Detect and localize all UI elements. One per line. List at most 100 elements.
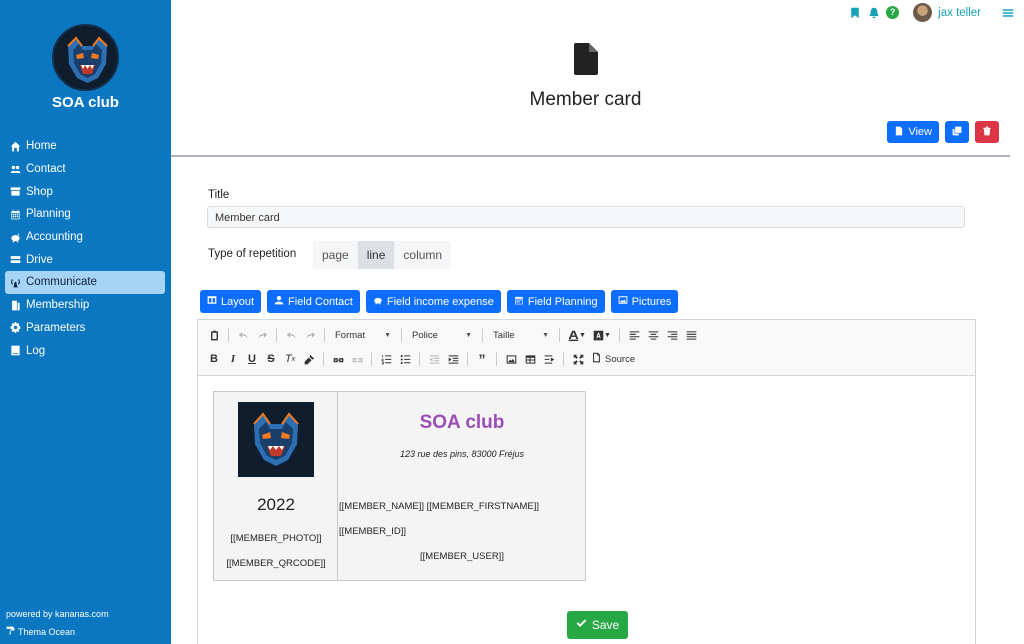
delete-button[interactable] — [975, 121, 999, 143]
avatar[interactable] — [913, 3, 933, 22]
bulleted-list-icon[interactable] — [397, 350, 413, 368]
sidebar-item-home[interactable]: Home — [5, 135, 165, 158]
card-address: 123 rue des pins, 83000 Fréjus — [399, 449, 525, 459]
title-input[interactable]: Member card — [207, 206, 965, 228]
maximize-icon[interactable] — [570, 350, 586, 368]
repetition-option-page[interactable]: page — [313, 241, 358, 269]
club-name: SOA club — [52, 94, 119, 111]
member-user-placeholder: [[MEMBER_USER]] — [420, 551, 504, 562]
undo-icon[interactable] — [235, 326, 251, 344]
sidebar-item-planning[interactable]: Planning — [5, 203, 165, 226]
source-button-label: Source — [605, 353, 636, 365]
outdent-icon[interactable] — [426, 350, 442, 368]
rich-text-editor: Format ▼ Police ▼ Taille ▼ ▼ ▼ B I U S Tx — [197, 319, 976, 644]
source-button[interactable]: Source — [589, 350, 637, 368]
help-icon[interactable]: ? — [886, 6, 900, 19]
sidebar-item-contact[interactable]: Contact — [5, 158, 165, 181]
piggy-bank-icon — [373, 295, 383, 308]
paste-icon[interactable] — [206, 326, 222, 344]
size-dropdown[interactable]: Taille ▼ — [489, 326, 553, 344]
gear-icon — [9, 322, 22, 334]
card-right-column: SOA club 123 rue des pins, 83000 Fréjus … — [338, 392, 585, 580]
font-dropdown[interactable]: Police ▼ — [408, 326, 476, 344]
sidebar-item-membership[interactable]: Membership — [5, 294, 165, 317]
remove-format-icon[interactable]: Tx — [282, 350, 298, 368]
member-name-placeholder: [[MEMBER_NAME]] [[MEMBER_FIRSTNAME]] — [339, 501, 540, 512]
align-center-icon[interactable] — [645, 326, 661, 344]
sidebar-item-label: Communicate — [26, 276, 97, 289]
page-title: Member card — [529, 89, 642, 110]
club-logo[interactable] — [238, 402, 314, 477]
view-button[interactable]: View — [887, 121, 939, 143]
sidebar-item-drive[interactable]: Drive — [5, 248, 165, 271]
indent-icon[interactable] — [445, 350, 461, 368]
card-year: 2022 — [257, 495, 295, 514]
piggy-bank-icon — [9, 232, 22, 243]
sidebar-item-accounting[interactable]: Accounting — [5, 226, 165, 249]
align-justify-icon[interactable] — [683, 326, 699, 344]
drive-icon — [9, 254, 22, 265]
member-card-preview[interactable]: 2022 [[MEMBER_PHOTO]] [[MEMBER_QRCODE]] … — [213, 391, 586, 581]
underline-icon[interactable]: U — [244, 350, 260, 368]
sidebar-item-parameters[interactable]: Parameters — [5, 317, 165, 340]
repetition-option-line[interactable]: line — [357, 241, 395, 269]
member-photo-placeholder: [[MEMBER_PHOTO]] — [230, 533, 322, 544]
club-logo[interactable] — [52, 24, 119, 91]
layout-button[interactable]: Layout — [200, 290, 262, 313]
sidebar-item-communicate[interactable]: Communicate — [5, 271, 165, 294]
pictures-button[interactable]: Pictures — [610, 290, 679, 313]
sidebar-item-label: Accounting — [26, 231, 83, 244]
field-contact-button[interactable]: Field Contact — [267, 290, 360, 313]
sidebar-item-log[interactable]: Log — [5, 339, 165, 362]
sidebar-nav: Home Contact Shop Planning Accounting Dr… — [5, 135, 165, 362]
blockquote-icon[interactable]: ” — [474, 350, 490, 368]
field-contact-button-label: Field Contact — [288, 295, 353, 308]
card-club-title: SOA club — [419, 412, 505, 433]
bell-icon[interactable] — [867, 6, 880, 19]
table-icon[interactable] — [522, 350, 538, 368]
toolbar-separator — [419, 352, 420, 366]
header-divider — [171, 155, 1010, 157]
align-right-icon[interactable] — [664, 326, 680, 344]
powered-by-link[interactable]: powered by kananas.com — [6, 609, 109, 619]
paint-roller-icon — [6, 626, 15, 637]
link-icon[interactable] — [330, 350, 346, 368]
italic-icon[interactable]: I — [225, 350, 241, 368]
user-icon — [274, 295, 284, 308]
undo-icon[interactable] — [283, 326, 299, 344]
field-income-expense-button[interactable]: Field income expense — [365, 290, 501, 313]
save-button[interactable]: Save — [567, 611, 628, 639]
sidebar-item-label: Drive — [26, 253, 53, 266]
save-button-label: Save — [591, 618, 620, 632]
strikethrough-icon[interactable]: S — [263, 350, 279, 368]
copy-format-icon[interactable] — [301, 350, 317, 368]
image-icon — [618, 295, 628, 308]
numbered-list-icon[interactable] — [378, 350, 394, 368]
menu-icon[interactable] — [1001, 6, 1014, 19]
unlink-icon[interactable] — [349, 350, 365, 368]
format-dropdown[interactable]: Format ▼ — [331, 326, 395, 344]
field-planning-button-label: Field Planning — [527, 295, 598, 308]
toolbar-separator — [323, 352, 324, 366]
background-color-icon[interactable]: ▼ — [591, 326, 613, 344]
theme-selector[interactable]: Thema Ocean — [6, 626, 75, 637]
username-link[interactable]: jax teller — [938, 7, 981, 19]
sidebar-item-shop[interactable]: Shop — [5, 180, 165, 203]
page-break-icon[interactable] — [541, 350, 557, 368]
field-planning-button[interactable]: Field Planning — [506, 290, 605, 313]
bookmark-icon[interactable] — [848, 6, 861, 19]
title-label: Title — [208, 189, 230, 201]
align-left-icon[interactable] — [626, 326, 642, 344]
toolbar-separator — [228, 328, 229, 342]
columns-icon — [207, 295, 217, 308]
file-icon — [574, 43, 598, 75]
duplicate-button[interactable] — [945, 121, 969, 143]
text-color-icon[interactable]: ▼ — [566, 326, 588, 344]
redo-icon[interactable] — [254, 326, 270, 344]
image-icon[interactable] — [503, 350, 519, 368]
member-id-placeholder: [[MEMBER_ID]] — [339, 526, 407, 537]
redo-icon[interactable] — [302, 326, 318, 344]
repetition-option-column[interactable]: column — [394, 241, 451, 269]
layout-button-label: Layout — [221, 295, 255, 308]
bold-icon[interactable]: B — [206, 350, 222, 368]
